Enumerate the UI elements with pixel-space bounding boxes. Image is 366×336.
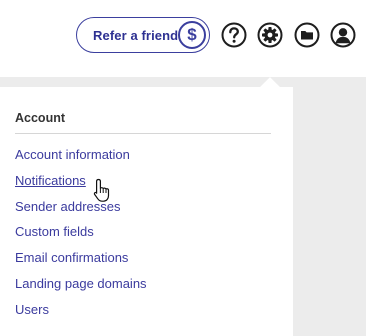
menu-item-notifications[interactable]: Notifications [15,173,86,188]
hand-pointer-icon [93,178,110,202]
refer-a-friend-button[interactable]: Refer a friend $ [76,17,210,53]
menu-item-users[interactable]: Users [15,302,49,317]
menu-item-account-information[interactable]: Account information [15,147,130,162]
folder-button[interactable] [294,22,320,48]
menu-item-custom-fields[interactable]: Custom fields [15,224,94,239]
help-button[interactable] [221,22,247,48]
menu-item-landing-page-domains[interactable]: Landing page domains [15,276,147,291]
user-account-icon [330,22,356,48]
gear-icon [257,22,283,48]
section-title: Account [15,111,65,125]
menu-item-email-confirmations[interactable]: Email confirmations [15,250,128,265]
user-account-button[interactable] [330,22,356,48]
dollar-icon: $ [178,21,206,49]
refer-a-friend-label: Refer a friend [93,27,179,43]
settings-button[interactable] [257,22,283,48]
folder-icon [294,22,320,48]
help-icon [221,22,247,48]
divider [15,133,271,134]
